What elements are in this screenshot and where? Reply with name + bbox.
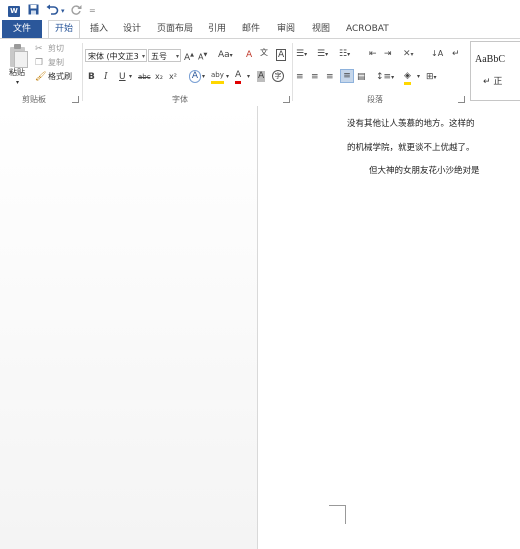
paragraph-group-label: 段落: [367, 95, 383, 104]
italic-button[interactable]: I: [104, 71, 108, 83]
paste-icon[interactable]: [9, 44, 28, 68]
chevron-down-icon: ▾: [175, 53, 179, 60]
decrease-indent-icon[interactable]: ⇤: [369, 48, 377, 60]
customize-qat-icon[interactable]: =: [89, 4, 96, 18]
grow-font-icon[interactable]: A▲: [184, 49, 194, 64]
shrink-font-icon[interactable]: A▼: [198, 49, 207, 64]
font-size-value: 五号: [151, 52, 167, 61]
font-name-dropdown[interactable]: 宋体 (中文正3 ▾: [85, 49, 147, 62]
clipboard-group-label: 剪贴板: [22, 95, 46, 104]
character-shading-icon[interactable]: A: [257, 71, 266, 82]
highlight-icon[interactable]: aby: [211, 69, 224, 84]
tab-home[interactable]: 开始: [48, 20, 81, 39]
style-name: ↵ 正: [483, 77, 503, 87]
document-line[interactable]: 没有其他让人羡慕的地方。这样的: [347, 117, 475, 129]
text-effects-icon[interactable]: A: [189, 70, 201, 83]
tab-design[interactable]: 设计: [117, 20, 147, 38]
highlight-dropdown-icon[interactable]: ▾: [226, 71, 229, 83]
sort-icon[interactable]: ↓A: [431, 48, 443, 60]
bullets-icon[interactable]: ☰▾: [296, 48, 307, 61]
paragraph-launcher-icon[interactable]: [458, 96, 465, 103]
tab-review[interactable]: 审阅: [271, 20, 301, 38]
multilevel-list-icon[interactable]: ☷▾: [339, 48, 350, 61]
chinese-layout-icon[interactable]: ✕▾: [403, 48, 414, 61]
underline-button[interactable]: U: [119, 71, 126, 83]
save-icon[interactable]: [28, 4, 39, 18]
tab-page-layout[interactable]: 页面布局: [151, 20, 199, 38]
copy-icon[interactable]: ❐: [35, 57, 43, 69]
underline-dropdown-icon[interactable]: ▾: [129, 71, 132, 83]
font-launcher-icon[interactable]: [283, 96, 290, 103]
redo-icon[interactable]: [71, 4, 82, 18]
subscript-button[interactable]: x₂: [155, 71, 163, 83]
clipboard-launcher-icon[interactable]: [72, 96, 79, 103]
page-margin-mark: [329, 505, 346, 524]
font-color-icon[interactable]: A: [235, 69, 242, 84]
strikethrough-button[interactable]: abc: [138, 71, 151, 83]
show-formatting-icon[interactable]: ↵: [452, 48, 460, 60]
font-name-value: 宋体 (中文正3: [88, 52, 139, 61]
tab-file[interactable]: 文件: [2, 20, 42, 38]
undo-dropdown-icon[interactable]: ▾: [61, 4, 65, 18]
shading-dropdown-icon[interactable]: ▾: [417, 71, 420, 83]
styles-gallery-normal[interactable]: AaBbC ↵ 正: [470, 41, 520, 101]
document-line[interactable]: 的机械学院，就更谈不上优越了。: [347, 141, 475, 153]
numbering-icon[interactable]: ☰▾: [317, 48, 328, 61]
undo-icon[interactable]: [46, 4, 59, 18]
group-divider: [82, 43, 83, 101]
document-line[interactable]: 但大神的女朋友花小沙绝对是: [369, 164, 480, 176]
format-painter-button[interactable]: 格式刷: [48, 71, 72, 83]
scissors-icon[interactable]: ✂: [35, 43, 43, 55]
borders-icon[interactable]: ⊞▾: [426, 71, 437, 84]
group-divider: [292, 43, 293, 101]
distributed-icon[interactable]: ▤: [357, 71, 366, 83]
style-sample: AaBbC: [475, 54, 505, 65]
text-effects-dropdown-icon[interactable]: ▾: [202, 71, 205, 83]
superscript-button[interactable]: x²: [169, 71, 177, 83]
font-color-dropdown-icon[interactable]: ▾: [247, 71, 250, 83]
tab-insert[interactable]: 插入: [84, 20, 114, 38]
align-left-icon[interactable]: ≡: [296, 71, 304, 83]
font-group-label: 字体: [172, 95, 188, 104]
bold-button[interactable]: B: [88, 71, 95, 83]
shading-icon[interactable]: ◈: [404, 70, 411, 85]
clear-formatting-icon[interactable]: A: [246, 49, 252, 61]
paste-dropdown-icon[interactable]: ▾: [16, 77, 19, 89]
tab-references[interactable]: 引用: [202, 20, 232, 38]
line-spacing-icon[interactable]: ↕≡▾: [376, 71, 394, 84]
ribbon-tabs: 文件 开始 插入 设计 页面布局 引用 邮件 审阅 视图 ACROBAT: [0, 20, 520, 39]
chevron-down-icon: ▾: [141, 53, 145, 60]
increase-indent-icon[interactable]: ⇥: [384, 48, 392, 60]
tab-view[interactable]: 视图: [306, 20, 336, 38]
navigation-pane: [0, 106, 258, 549]
change-case-icon[interactable]: Aa▾: [218, 49, 233, 62]
justify-icon[interactable]: ≡: [340, 69, 354, 83]
quick-access-toolbar: W ▾ =: [0, 0, 520, 20]
font-size-dropdown[interactable]: 五号 ▾: [148, 49, 181, 62]
align-right-icon[interactable]: ≡: [326, 71, 334, 83]
tab-mailings[interactable]: 邮件: [236, 20, 266, 38]
copy-button[interactable]: 复制: [48, 57, 64, 69]
align-center-icon[interactable]: ≡: [311, 71, 319, 83]
ribbon-home: 粘贴 ▾ ✂ 剪切 ❐ 复制 🖌 格式刷 剪贴板 宋体 (中文正3 ▾ 五号 ▾ A…: [0, 38, 520, 107]
enclose-characters-icon[interactable]: 字: [272, 70, 284, 82]
tab-acrobat[interactable]: ACROBAT: [340, 20, 395, 38]
word-app-icon: W: [8, 6, 20, 17]
cut-button[interactable]: 剪切: [48, 43, 64, 55]
phonetic-guide-icon[interactable]: 文: [260, 47, 268, 59]
character-border-icon[interactable]: A: [276, 49, 287, 61]
format-painter-icon[interactable]: 🖌: [35, 71, 46, 83]
